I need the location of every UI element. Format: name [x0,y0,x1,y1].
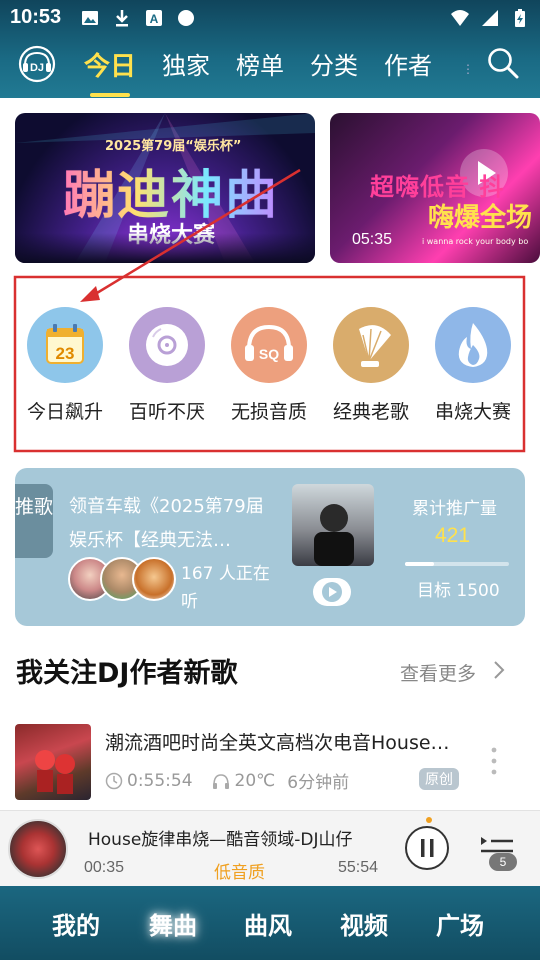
promo-card[interactable]: 推歌 领音车载《2025第79届娱乐杯【经典无法… 167 人正在听 累计推广量… [15,468,525,626]
song-duration: 0:55:54 [127,770,193,791]
wifi-icon [451,10,469,26]
promo-target: 目标 1500 [417,581,500,601]
disc-icon [129,307,205,383]
player-quality[interactable]: 低音质 [214,858,265,883]
category-label: 经典老歌 [332,401,409,423]
headphones-sq-icon: SQ [231,307,307,383]
svg-text:SQ: SQ [259,346,279,362]
gramophone-icon [333,307,409,383]
promo-stat-label: 累计推广量 [412,499,497,519]
banner-subtitle: 2025第79届“娱乐杯” [105,139,242,154]
status-bar: 10:53 A [0,0,540,36]
chevron-right-icon[interactable] [490,657,508,683]
video-title-2: 嗨爆全场 [428,203,533,233]
download-icon [116,10,128,27]
category-label: 串烧大赛 [434,401,511,423]
player-elapsed: 00:35 [84,859,125,876]
tab-today[interactable]: 今日 [84,46,136,97]
calendar-icon: 23 [27,307,103,383]
bottom-nav: 我的 舞曲 曲风 视频 广场 [0,886,540,960]
promo-thumbnail [292,484,374,566]
banner-disco-hits[interactable]: 2025第79届“娱乐杯” 蹦迪神曲 串烧大赛 [15,113,315,263]
more-options-icon[interactable] [490,746,498,776]
category-today-rising[interactable]: 23 今日飙升 [17,307,113,424]
listener-count: 167 人正在听 [181,564,270,612]
status-time: 10:53 [10,6,62,28]
progress-indicator [426,817,432,823]
song-temperature: 20℃ [234,770,276,791]
promo-progress-fill [405,562,435,566]
promo-stat-value: 421 [435,524,471,547]
category-label: 百听不厌 [128,401,205,423]
player-total: 55:54 [338,859,379,876]
pause-icon [421,839,434,857]
headphones-icon [212,773,229,789]
signal-icon [482,10,498,26]
nav-video[interactable]: 视频 [340,906,388,941]
nav-style[interactable]: 曲风 [244,906,292,941]
song-title[interactable]: 潮流酒吧时尚全英文高档次电音House… [105,728,465,755]
avatar [132,557,176,601]
category-grid: 23 今日飙升 百听不厌 SQ 无损音质 经典老歌 串烧大赛 [15,277,525,451]
tabs-overflow-icon: ⋮ [462,62,474,76]
tab-charts[interactable]: 榜单 [236,46,284,91]
pause-button[interactable] [405,826,449,870]
banner-video[interactable]: 超嗨低音 抖 嗨爆全场 05:35 i wanna rock your body… [330,113,540,263]
promo-text: 领音车载《2025第79届娱乐杯【经典无法… [69,496,264,551]
player-album-art[interactable] [8,819,68,879]
category-label: 无损音质 [230,401,307,423]
song-meta: 0:55:54 20℃ 6分钟前 [105,768,349,793]
promo-tag: 推歌 [15,484,53,558]
play-icon [322,582,342,602]
clock-icon [105,772,123,789]
nav-mine[interactable]: 我的 [52,906,100,941]
queue-count-badge: 5 [489,853,517,871]
svg-text:23: 23 [56,344,75,363]
category-medley[interactable]: 串烧大赛 [425,307,521,424]
dj-logo-icon[interactable]: DJ [18,45,56,83]
promo-progress-bar [405,562,509,566]
battery-charging-icon [515,9,525,27]
tab-exclusive[interactable]: 独家 [162,46,210,91]
top-tabs: 今日 独家 榜单 分类 作者 [84,46,458,97]
image-icon [82,11,98,25]
category-never-tired[interactable]: 百听不厌 [119,307,215,424]
nav-plaza[interactable]: 广场 [436,906,484,941]
text-a-icon: A [146,10,162,26]
nav-dance[interactable]: 舞曲 [149,906,197,941]
original-badge: 原创 [419,768,459,790]
listener-avatars [68,557,178,603]
tab-categories[interactable]: 分类 [310,46,358,91]
section-title: 我关注DJ作者新歌 [16,658,238,689]
dj-logo-text: DJ [30,62,44,74]
view-more-link[interactable]: 查看更多 [400,659,476,686]
song-time-ago: 6分钟前 [287,773,350,793]
tab-authors[interactable]: 作者 [384,46,432,91]
player-title: House旋律串烧—酷音领域-DJ山仔 [88,830,353,850]
mini-player[interactable]: House旋律串烧—酷音领域-DJ山仔 00:35 低音质 55:54 5 [0,810,540,886]
video-tagline: i wanna rock your body bo [422,237,529,246]
category-classic[interactable]: 经典老歌 [323,307,419,424]
svg-text:A: A [150,12,159,26]
video-duration: 05:35 [352,231,393,248]
search-icon[interactable] [486,46,520,80]
category-label: 今日飙升 [26,401,103,423]
top-header: 10:53 A DJ 今日 独家 榜单 分类 作者 ⋮ [0,0,540,98]
banner-crowd [15,233,315,263]
flame-icon [435,307,511,383]
promo-play-button[interactable] [313,578,351,606]
circle-icon [178,10,194,26]
song-thumbnail[interactable] [15,724,91,800]
category-lossless[interactable]: SQ 无损音质 [221,307,317,424]
